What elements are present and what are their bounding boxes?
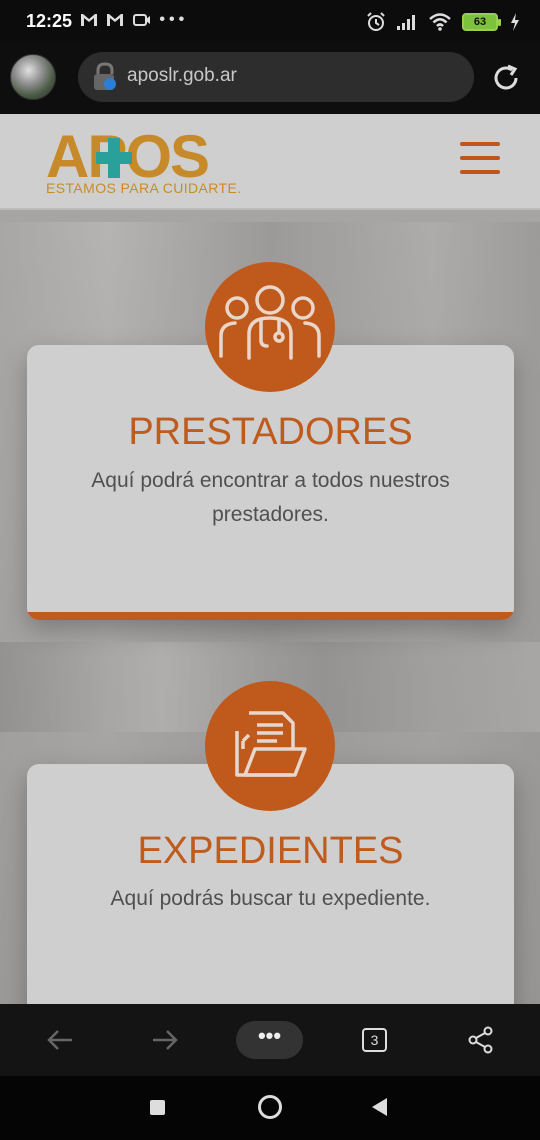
card-accent-stripe: [27, 612, 514, 620]
system-navigation-bar: [0, 1076, 540, 1140]
tabs-button[interactable]: 3: [362, 1028, 387, 1052]
card-title: EXPEDIENTES: [137, 830, 404, 872]
web-page: APOS ESTAMOS PARA CUIDARTE. PRESTADORES …: [0, 114, 540, 1004]
card-title: PRESTADORES: [128, 411, 413, 453]
browser-bottom-bar: ••• 3: [0, 1004, 540, 1076]
video-call-icon: [132, 13, 150, 26]
charging-icon: [511, 13, 519, 31]
site-header: APOS ESTAMOS PARA CUIDARTE.: [0, 114, 540, 210]
menu-icon[interactable]: [460, 142, 500, 176]
gmail-icon: [81, 13, 97, 26]
plus-icon: [96, 138, 132, 178]
share-icon[interactable]: [467, 1026, 495, 1054]
recent-apps-button[interactable]: [150, 1100, 165, 1115]
home-button[interactable]: [258, 1095, 282, 1119]
url-text[interactable]: aposlr.gob.ar: [127, 65, 237, 87]
browser-toolbar: aposlr.gob.ar: [0, 44, 540, 114]
folder-documents-icon: [205, 681, 335, 811]
doctors-icon: [205, 262, 335, 392]
back-button[interactable]: [372, 1098, 388, 1116]
more-menu-button[interactable]: •••: [236, 1021, 303, 1059]
wifi-icon: [429, 13, 451, 31]
more-dots-icon: •••: [159, 11, 189, 28]
status-bar: 12:25 ••• 63: [0, 0, 540, 44]
profile-avatar[interactable]: [10, 54, 56, 100]
apos-logo[interactable]: APOS ESTAMOS PARA CUIDARTE.: [46, 124, 266, 202]
card-description: Aquí podrás buscar tu expediente.: [110, 887, 431, 910]
back-arrow-icon[interactable]: [46, 1028, 74, 1052]
gmail-icon: [107, 13, 124, 26]
status-time: 12:25: [26, 11, 73, 31]
forward-arrow-icon[interactable]: [151, 1028, 179, 1052]
status-right: 63: [366, 10, 520, 34]
signal-icon: [397, 15, 415, 30]
notification-icons: •••: [80, 11, 188, 29]
logo-tagline: ESTAMOS PARA CUIDARTE.: [46, 180, 242, 196]
lock-icon: [94, 62, 116, 90]
card-description: Aquí podrá encontrar a todos nuestros pr…: [91, 469, 450, 526]
battery-icon: 63: [462, 13, 501, 31]
reload-icon[interactable]: [490, 62, 522, 94]
alarm-icon: [367, 12, 385, 31]
